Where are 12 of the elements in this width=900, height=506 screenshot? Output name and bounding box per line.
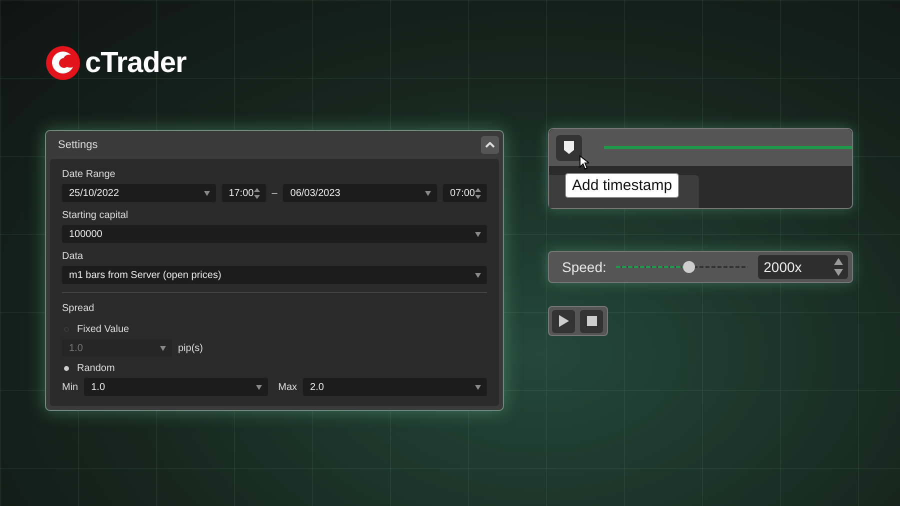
- panel-title: Settings: [58, 139, 98, 151]
- speed-label: Speed:: [562, 259, 606, 275]
- range-separator: –: [272, 188, 278, 198]
- field-label: Starting capital: [62, 210, 130, 221]
- tooltip: Add timestamp: [565, 173, 680, 198]
- unit-label: pip(s): [178, 342, 204, 354]
- max-label: Max: [278, 382, 298, 392]
- field-label: Date Range: [62, 169, 116, 180]
- field-label: Data: [62, 251, 84, 262]
- min-label: Min: [62, 382, 78, 392]
- field-label: Spread: [62, 303, 96, 314]
- logo-text: cTrader: [85, 46, 186, 80]
